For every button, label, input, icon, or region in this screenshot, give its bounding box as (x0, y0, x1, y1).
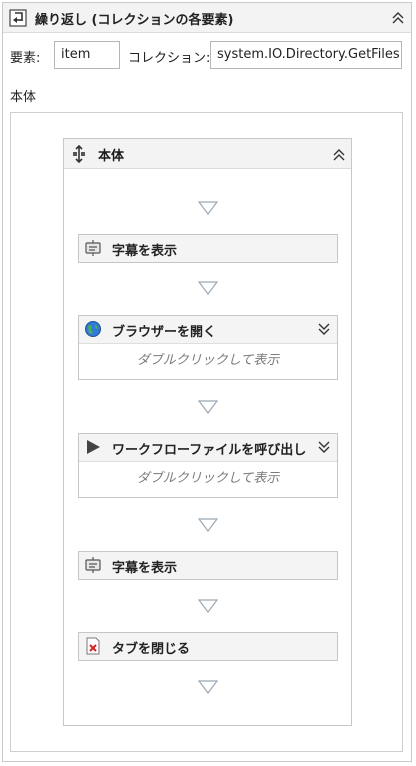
close-tab-icon (86, 637, 100, 655)
expand-icon[interactable] (315, 320, 333, 338)
activity-label: 字幕を表示 (112, 561, 178, 576)
drop-arrow-icon[interactable] (198, 400, 218, 414)
activity-header[interactable]: 字幕を表示 (79, 235, 337, 262)
activity-label: ブラウザーを開く (112, 325, 217, 340)
collapse-icon[interactable] (389, 9, 407, 27)
activity-invoke-workflow[interactable]: ワークフローファイルを呼び出し ダブルクリックして表示 (78, 433, 338, 498)
drop-arrow-icon[interactable] (198, 599, 218, 613)
drop-arrow-icon[interactable] (198, 281, 218, 295)
activity-body-hint[interactable]: ダブルクリックして表示 (79, 343, 337, 379)
foreach-header[interactable]: 繰り返し (コレクションの各要素) (3, 3, 411, 33)
sequence-header[interactable]: 本体 (64, 139, 351, 169)
activity-label: ワークフローファイルを呼び出し (112, 443, 307, 458)
collapse-icon[interactable] (330, 146, 348, 164)
activity-open-browser[interactable]: ブラウザーを開く ダブルクリックして表示 (78, 315, 338, 380)
foreach-icon (9, 9, 27, 27)
activity-close-tab[interactable]: タブを閉じる (78, 632, 338, 661)
sequence-title: 本体 (98, 149, 125, 164)
activity-header[interactable]: 字幕を表示 (79, 552, 337, 579)
drop-arrow-icon[interactable] (198, 518, 218, 532)
foreach-title: 繰り返し (コレクションの各要素) (35, 13, 234, 28)
drop-arrow-icon[interactable] (198, 680, 218, 694)
globe-icon (85, 321, 101, 337)
sequence-icon (73, 145, 85, 163)
collection-field[interactable]: system.IO.Directory.GetFiles (210, 41, 402, 69)
activity-label: タブを閉じる (112, 642, 191, 657)
activity-body-hint[interactable]: ダブルクリックして表示 (79, 461, 337, 497)
drop-arrow-icon[interactable] (198, 201, 218, 215)
activity-label: 字幕を表示 (112, 244, 178, 259)
body-label: 本体 (10, 90, 37, 105)
activity-header[interactable]: ワークフローファイルを呼び出し (79, 434, 337, 461)
message-icon (85, 557, 101, 573)
element-field[interactable]: item (54, 41, 120, 69)
activity-show-caption[interactable]: 字幕を表示 (78, 551, 338, 580)
play-icon (87, 440, 100, 454)
activity-header[interactable]: タブを閉じる (79, 633, 337, 660)
expand-icon[interactable] (315, 438, 333, 456)
element-label: 要素: (10, 51, 41, 66)
collection-label: コレクション: (128, 51, 211, 66)
activity-header[interactable]: ブラウザーを開く (79, 316, 337, 343)
message-icon (85, 240, 101, 256)
activity-show-caption[interactable]: 字幕を表示 (78, 234, 338, 263)
